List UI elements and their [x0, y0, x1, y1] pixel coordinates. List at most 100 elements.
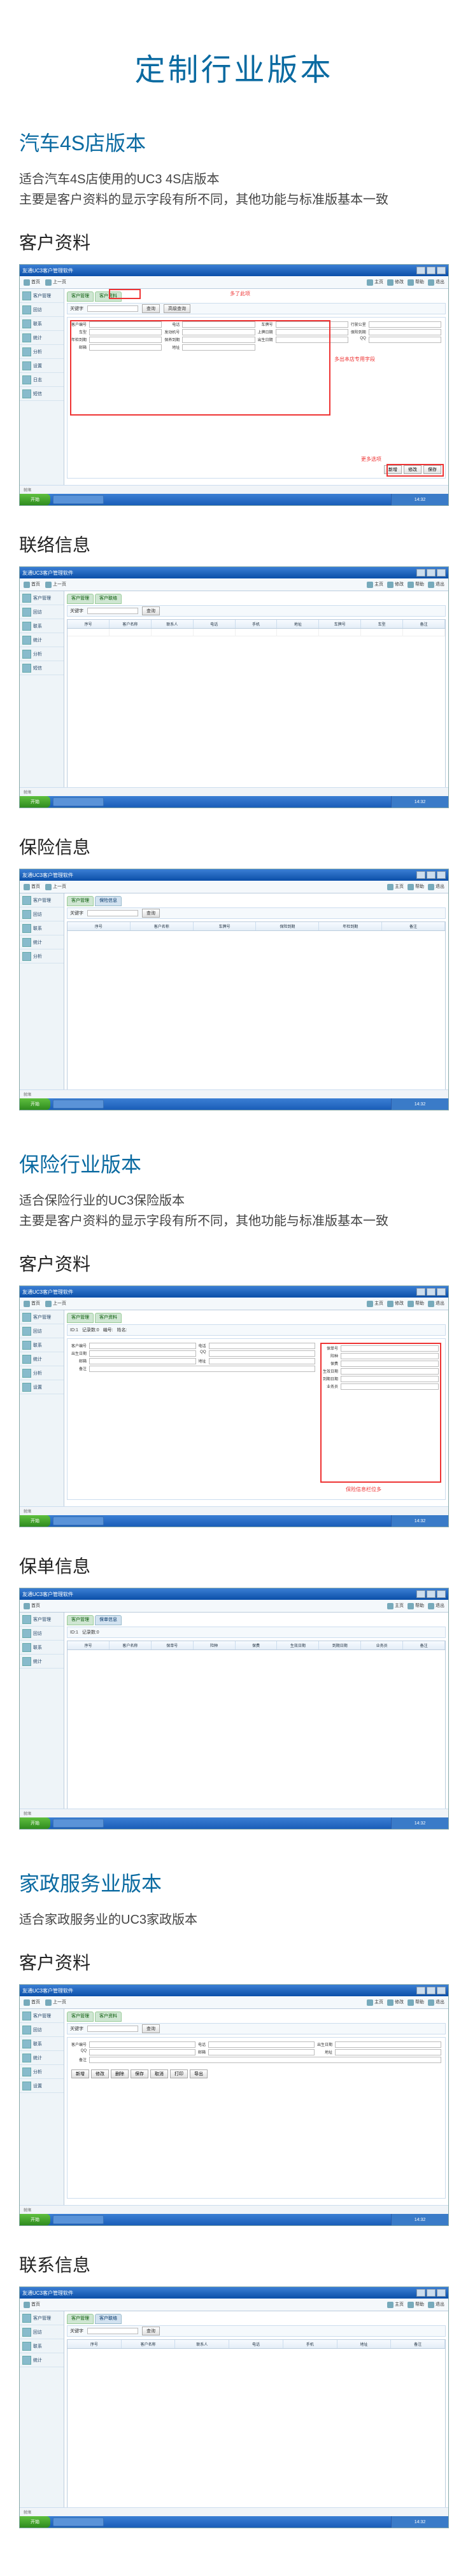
- button[interactable]: 修改: [91, 2069, 109, 2078]
- data-grid[interactable]: 序号 客户名称 保单号 险种 保费 生效日期 到期日期 业务员 备注: [67, 1641, 446, 1810]
- grid-header[interactable]: 手机: [236, 620, 278, 628]
- start-button[interactable]: 开始: [20, 1098, 50, 1110]
- sidebar-item[interactable]: 客户管理: [20, 1613, 64, 1627]
- tab[interactable]: 客户管理: [67, 1313, 94, 1323]
- button[interactable]: 导出: [190, 2069, 208, 2078]
- sidebar-item[interactable]: 联系: [20, 317, 64, 331]
- form-input[interactable]: [369, 329, 441, 335]
- taskbar-item[interactable]: [53, 2215, 104, 2224]
- grid-header[interactable]: 手机: [283, 2340, 337, 2348]
- grid-header[interactable]: 客户名称: [110, 1641, 152, 1649]
- sidebar-item[interactable]: 联系: [20, 1641, 64, 1655]
- form-input[interactable]: [335, 2041, 441, 2048]
- form-input[interactable]: [89, 2057, 441, 2063]
- taskbar-item[interactable]: [53, 1819, 104, 1828]
- grid-header[interactable]: 年检到期: [319, 922, 382, 930]
- data-grid[interactable]: 序号 客户名称 车牌号 保险到期 年检到期 备注: [67, 921, 446, 1091]
- toolbar-item[interactable]: 上一页: [45, 279, 66, 285]
- toolbar-item[interactable]: 主页: [367, 279, 383, 285]
- toolbar-item[interactable]: 修改: [387, 279, 404, 285]
- search-input[interactable]: [87, 608, 138, 614]
- grid-header[interactable]: 客户名称: [131, 922, 194, 930]
- minimize-button[interactable]: [416, 1590, 425, 1598]
- sidebar-item[interactable]: 回访: [20, 1324, 64, 1338]
- toolbar-item[interactable]: 首页: [24, 1300, 40, 1306]
- sidebar-item[interactable]: 分析: [20, 345, 64, 359]
- tab[interactable]: 客户管理: [67, 2012, 94, 2022]
- grid-header[interactable]: 联系人: [175, 2340, 229, 2348]
- grid-header[interactable]: 电话: [194, 620, 236, 628]
- form-input[interactable]: [89, 1343, 195, 1349]
- minimize-button[interactable]: [416, 267, 425, 274]
- grid-header[interactable]: 地址: [277, 620, 319, 628]
- form-input[interactable]: [208, 2041, 315, 2048]
- maximize-button[interactable]: [427, 1288, 436, 1296]
- toolbar-item[interactable]: 上一页: [45, 581, 66, 587]
- taskbar-item[interactable]: [53, 1516, 104, 1525]
- toolbar-item[interactable]: 首页: [24, 581, 40, 587]
- start-button[interactable]: 开始: [20, 1817, 50, 1829]
- maximize-button[interactable]: [427, 267, 436, 274]
- taskbar-item[interactable]: [53, 495, 104, 504]
- sidebar-item[interactable]: 统计: [20, 633, 64, 647]
- maximize-button[interactable]: [427, 1987, 436, 1994]
- search-button[interactable]: 查询: [142, 909, 160, 918]
- form-input[interactable]: [89, 1358, 195, 1364]
- sidebar-item[interactable]: 统计: [20, 331, 64, 345]
- form-input[interactable]: [209, 1358, 315, 1364]
- toolbar-item[interactable]: 退出: [428, 581, 444, 587]
- toolbar-item[interactable]: 帮助: [408, 1999, 424, 2005]
- form-input[interactable]: [369, 321, 441, 328]
- system-tray[interactable]: 14:32: [391, 796, 448, 808]
- toolbar-item[interactable]: 修改: [387, 1300, 404, 1306]
- sidebar-item[interactable]: 客户管理: [20, 893, 64, 907]
- tab[interactable]: 保单信息: [95, 1615, 122, 1625]
- system-tray[interactable]: 14:32: [391, 1817, 448, 1829]
- sidebar-item[interactable]: 分析: [20, 647, 64, 661]
- grid-header[interactable]: 备注: [382, 922, 445, 930]
- sidebar-item[interactable]: 短信: [20, 387, 64, 401]
- maximize-button[interactable]: [427, 871, 436, 879]
- close-button[interactable]: [437, 569, 446, 577]
- sidebar-item[interactable]: 客户管理: [20, 1310, 64, 1324]
- form-input[interactable]: [369, 337, 441, 343]
- form-input[interactable]: [209, 1350, 315, 1357]
- adv-search-button[interactable]: 高级查询: [164, 304, 190, 313]
- sidebar-item[interactable]: 联系: [20, 1338, 64, 1352]
- search-button[interactable]: 查询: [142, 2327, 160, 2335]
- tab[interactable]: 客户管理: [67, 896, 94, 906]
- toolbar-item[interactable]: 帮助: [408, 581, 424, 587]
- start-button[interactable]: 开始: [20, 2516, 50, 2528]
- grid-header[interactable]: 保费: [236, 1641, 278, 1649]
- button[interactable]: 新增: [71, 2069, 89, 2078]
- toolbar-item[interactable]: 修改: [387, 1999, 404, 2005]
- grid-header[interactable]: 车牌号: [319, 620, 361, 628]
- form-input[interactable]: [209, 1343, 315, 1349]
- toolbar-item[interactable]: 帮助: [408, 1300, 424, 1306]
- start-button[interactable]: 开始: [20, 1515, 50, 1527]
- form-input[interactable]: [89, 1350, 195, 1357]
- data-grid[interactable]: 序号 客户名称 联系人 电话 手机 地址 备注: [67, 2339, 446, 2509]
- toolbar-item[interactable]: 退出: [428, 883, 444, 890]
- sidebar-item[interactable]: 联系: [20, 2339, 64, 2353]
- sidebar-item[interactable]: 回访: [20, 1627, 64, 1641]
- form-input[interactable]: [89, 1366, 315, 1372]
- toolbar-item[interactable]: 主页: [367, 1300, 383, 1306]
- sidebar-item[interactable]: 回访: [20, 2023, 64, 2037]
- sidebar-item[interactable]: 日志: [20, 373, 64, 387]
- sidebar-item[interactable]: 统计: [20, 1352, 64, 1366]
- grid-header[interactable]: 业务员: [361, 1641, 403, 1649]
- toolbar-item[interactable]: 首页: [24, 279, 40, 285]
- toolbar-item[interactable]: 主页: [367, 1999, 383, 2005]
- close-button[interactable]: [437, 2289, 446, 2297]
- search-input[interactable]: [87, 910, 138, 916]
- grid-header[interactable]: 联系人: [152, 620, 194, 628]
- toolbar-item[interactable]: 帮助: [408, 279, 424, 285]
- grid-header[interactable]: 序号: [67, 1641, 110, 1649]
- sidebar-item[interactable]: 分析: [20, 2065, 64, 2079]
- tab[interactable]: 客户管理: [67, 2314, 94, 2324]
- grid-header[interactable]: 备注: [403, 620, 445, 628]
- grid-header[interactable]: 到期日期: [319, 1641, 361, 1649]
- sidebar-item[interactable]: 回访: [20, 605, 64, 619]
- toolbar-item[interactable]: 主页: [367, 581, 383, 587]
